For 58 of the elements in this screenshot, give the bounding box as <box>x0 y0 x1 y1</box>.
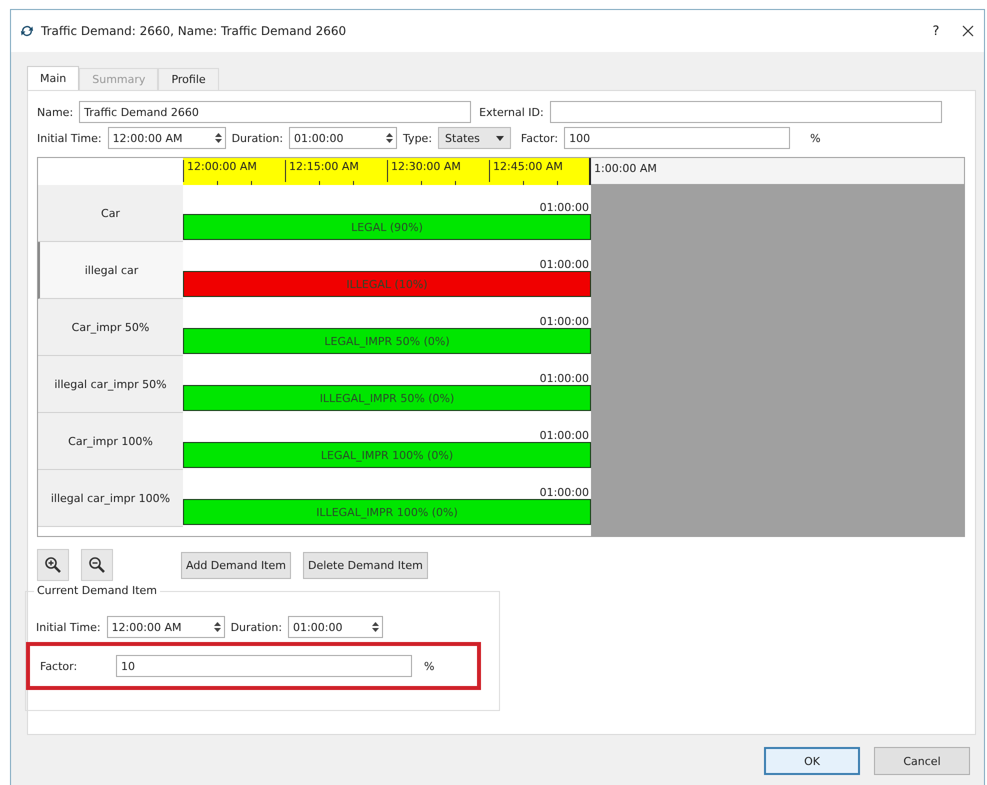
name-field[interactable]: Traffic Demand 2660 <box>79 101 472 123</box>
field-label: Factor: <box>40 660 78 672</box>
row-header[interactable]: Car_impr 50% <box>38 299 183 356</box>
row-header[interactable]: illegal car_impr 50% <box>38 356 183 413</box>
row-header[interactable]: illegal car_impr 100% <box>38 470 183 527</box>
field-label: Duration: <box>232 132 284 144</box>
demand-bar[interactable]: ILLEGAL_IMPR 100% (0%) <box>183 499 591 525</box>
dialog-button[interactable]: Cancel <box>874 747 970 775</box>
row-header[interactable]: Car <box>38 185 183 242</box>
spinner-arrows-icon[interactable] <box>385 131 394 145</box>
field-label: Duration: <box>230 620 282 634</box>
field-label: External ID: <box>479 106 544 118</box>
unit-label: % <box>810 132 821 144</box>
tab[interactable]: Profile <box>158 68 219 90</box>
demand-bar[interactable]: ILLEGAL_IMPR 50% (0%) <box>183 385 591 411</box>
action-button[interactable]: Add Demand Item <box>181 552 291 578</box>
duration-text: 01:00:00 <box>540 258 590 271</box>
spin-field[interactable]: 12:00:00 AM <box>106 616 225 638</box>
type-dropdown[interactable]: States <box>438 127 511 149</box>
unit-label: % <box>424 660 434 672</box>
demand-bar[interactable]: LEGAL_IMPR 100% (0%) <box>183 442 591 468</box>
demand-bar[interactable]: LEGAL (90%) <box>183 214 591 240</box>
action-button[interactable]: Delete Demand Item <box>302 552 428 578</box>
close-icon[interactable] <box>962 25 974 37</box>
factor-field[interactable]: 10 <box>116 655 412 677</box>
duration-text: 01:00:00 <box>540 201 590 214</box>
spinner-arrows-icon[interactable] <box>214 131 223 145</box>
help-button[interactable]: ? <box>916 24 956 38</box>
tab[interactable]: Main <box>27 66 80 90</box>
refresh-icon <box>19 23 35 39</box>
field-label: Type: <box>403 132 432 144</box>
spin-field[interactable]: 01:00:00 <box>288 616 384 638</box>
group-title: Current Demand Item <box>34 584 160 597</box>
field-label: Initial Time: <box>36 620 101 634</box>
row-header[interactable]: illegal car <box>38 242 183 299</box>
external-id-field[interactable] <box>550 101 942 123</box>
zoom-out-icon <box>88 556 106 574</box>
spinner-arrows-icon[interactable] <box>371 620 380 634</box>
duration-text: 01:00:00 <box>540 486 590 499</box>
field-label: Factor: <box>520 132 558 144</box>
duration-text: 01:00:00 <box>540 315 590 328</box>
zoom-out-button[interactable] <box>81 549 113 581</box>
time-tick: 1:00:00 AM <box>591 158 964 185</box>
caret-icon <box>496 136 504 140</box>
duration-text: 01:00:00 <box>540 429 590 442</box>
duration-text: 01:00:00 <box>540 372 590 385</box>
dialog-button[interactable]: OK <box>764 747 860 775</box>
spinner-arrows-icon[interactable] <box>212 620 222 634</box>
factor-field[interactable]: 100 <box>564 127 790 149</box>
zoom-in-button[interactable] <box>37 549 69 581</box>
window-title: Traffic Demand: 2660, Name: Traffic Demand 2660 <box>41 24 348 38</box>
field-label: Initial Time: <box>37 132 102 144</box>
demand-bar[interactable]: LEGAL_IMPR 50% (0%) <box>183 328 591 354</box>
spin-field[interactable]: 12:00:00 AM <box>108 127 226 149</box>
row-header[interactable]: Car_impr 100% <box>38 413 183 470</box>
zoom-in-icon <box>44 556 62 574</box>
field-label: Name: <box>37 106 74 118</box>
spin-field[interactable]: 01:00:00 <box>289 127 398 149</box>
